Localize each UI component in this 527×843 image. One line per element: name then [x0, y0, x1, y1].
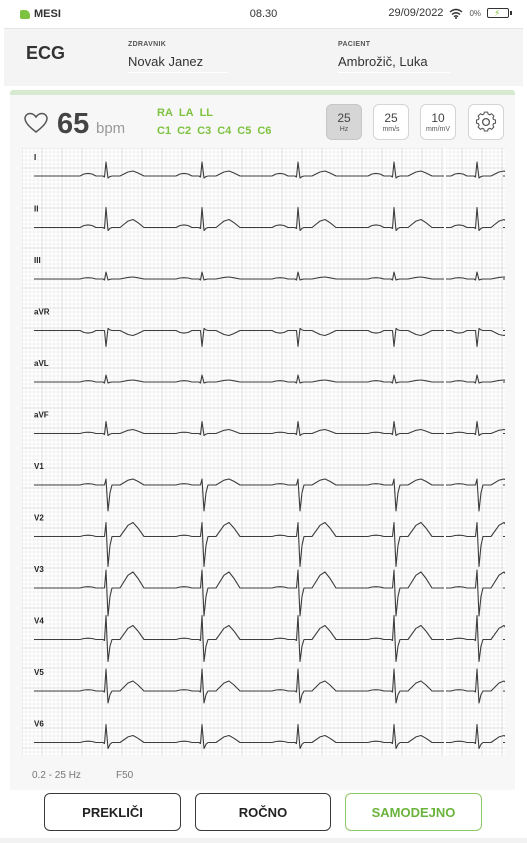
- bottom-bar: [0, 838, 527, 843]
- status-date: 29/09/2022: [388, 7, 444, 19]
- electrode-label: LL: [199, 107, 214, 119]
- paper-speed-unit: mm/s: [382, 126, 400, 133]
- filter-hz-button[interactable]: 25 Hz: [326, 104, 362, 140]
- lead-label: I: [34, 153, 36, 162]
- lead-label: V4: [34, 617, 44, 626]
- heart-icon: [24, 112, 48, 133]
- notch-filter: F50: [116, 770, 134, 781]
- filter-range: 0.2 - 25 Hz: [32, 770, 81, 781]
- patient-label: PACIENT: [338, 41, 371, 48]
- electrodes-chest: C1 C2 C3 C4 C5 C6: [157, 125, 271, 137]
- page-title: ECG: [26, 43, 66, 63]
- lead-label: aVR: [34, 308, 50, 317]
- lead-label: V6: [34, 720, 44, 729]
- filter-hz-unit: Hz: [339, 126, 349, 133]
- electrode-label: C5: [237, 125, 252, 137]
- manual-button[interactable]: ROČNO: [195, 793, 331, 831]
- electrodes-limb: RA LA LL: [157, 107, 213, 119]
- lead-label: aVF: [34, 411, 49, 420]
- wifi-icon: [449, 8, 463, 19]
- lead-label: aVL: [34, 359, 49, 368]
- lead-label: II: [34, 205, 38, 214]
- cancel-button[interactable]: PREKLIČI: [44, 793, 181, 831]
- doctor-field: ZDRAVNIK Novak Janez: [128, 41, 228, 73]
- settings-button[interactable]: [468, 104, 504, 140]
- filter-hz-value: 25: [337, 111, 351, 125]
- auto-button[interactable]: SAMODEJNO: [345, 793, 482, 831]
- lead-label: V2: [34, 514, 44, 523]
- heart-rate-value: 65: [57, 108, 90, 140]
- patient-field: PACIENT Ambrožič, Luka: [338, 41, 450, 73]
- doctor-label: ZDRAVNIK: [128, 41, 167, 48]
- gain-value: 10: [431, 111, 445, 125]
- paper-speed-value: 25: [384, 111, 398, 125]
- electrode-label: C4: [217, 125, 232, 137]
- electrode-label: C6: [257, 125, 272, 137]
- battery-percent: 0%: [469, 8, 481, 18]
- lead-label: V3: [34, 565, 44, 574]
- electrode-label: C3: [197, 125, 212, 137]
- lead-label: V5: [34, 668, 44, 677]
- doctor-name: Novak Janez: [128, 52, 228, 73]
- gear-icon: [475, 111, 497, 132]
- battery-charging-icon: ⚡: [487, 8, 512, 18]
- paper-speed-button[interactable]: 25 mm/s: [373, 104, 409, 140]
- ecg-chart: IIIIIIaVRaVLaVFV1V2V3V4V5V6: [22, 148, 505, 756]
- electrode-label: C2: [177, 125, 192, 137]
- status-bar: MESI 08.30 29/09/2022 0% ⚡: [0, 0, 527, 28]
- lead-label: III: [34, 256, 41, 265]
- gain-unit: mm/mV: [425, 126, 451, 133]
- header: ECG ZDRAVNIK Novak Janez PACIENT Ambroži…: [4, 28, 523, 86]
- lead-label: V1: [34, 462, 44, 471]
- electrode-label: LA: [178, 107, 194, 119]
- patient-name: Ambrožič, Luka: [338, 52, 450, 73]
- gain-button[interactable]: 10 mm/mV: [420, 104, 456, 140]
- heart-rate-unit: bpm: [96, 120, 126, 137]
- electrode-label: C1: [157, 125, 172, 137]
- electrode-label: RA: [157, 107, 173, 119]
